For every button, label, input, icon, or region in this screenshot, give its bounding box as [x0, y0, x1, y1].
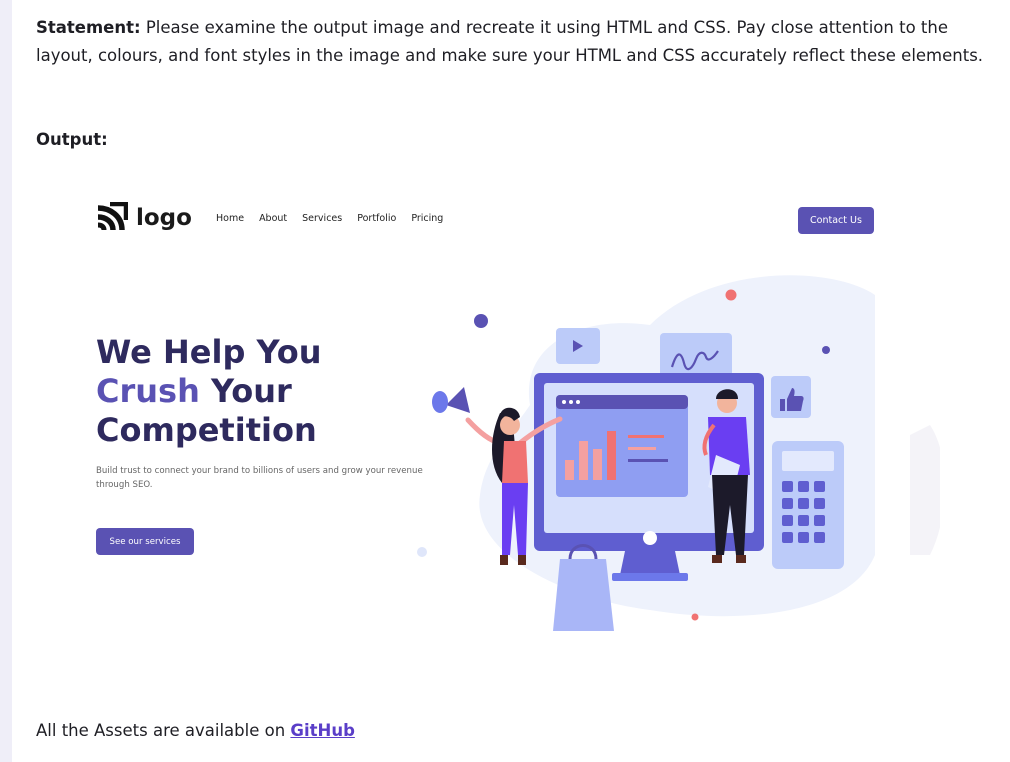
dot-decoration [725, 289, 737, 301]
screen-window [556, 395, 688, 497]
bar [593, 449, 602, 480]
dot-decoration [417, 547, 427, 557]
dot-decoration [691, 613, 699, 621]
bar [579, 441, 588, 480]
contact-us-button[interactable]: Contact Us [798, 207, 874, 234]
statement-paragraph: Statement: Please examine the output ima… [36, 14, 986, 70]
main-nav: Home About Services Portfolio Pricing [216, 213, 458, 224]
left-border-stripe [0, 0, 12, 762]
brand[interactable]: logo [96, 202, 192, 234]
text-line [628, 459, 668, 462]
text-line [628, 435, 664, 438]
monitor-base [612, 573, 688, 581]
statement-text: Please examine the output image and recr… [36, 18, 984, 65]
nav-link-pricing[interactable]: Pricing [411, 213, 443, 224]
hero-illustration [417, 275, 940, 631]
nav-link-services[interactable]: Services [302, 213, 342, 224]
hero-title-accent: Crush [96, 372, 200, 410]
output-preview: logo Home About Services Portfolio Prici… [80, 175, 940, 685]
bar [607, 431, 616, 480]
output-label: Output: [36, 130, 108, 149]
hero-subtitle: Build trust to connect your brand to bil… [96, 466, 423, 490]
text-line [628, 447, 656, 450]
faint-shape [910, 425, 940, 555]
hero-title-line3: Competition [96, 411, 317, 449]
logo-text: logo [136, 205, 192, 231]
statement-label: Statement: [36, 18, 141, 37]
monitor-stand [620, 551, 680, 575]
screen-window-bar [556, 395, 688, 409]
dot-decoration [474, 314, 488, 328]
github-link[interactable]: GitHub [290, 721, 354, 740]
see-services-button[interactable]: See our services [96, 528, 194, 555]
nav-link-about[interactable]: About [259, 213, 287, 224]
hero-title-line2: Your [199, 372, 292, 410]
dot-decoration [822, 346, 830, 354]
assets-note-text: All the Assets are available on [36, 721, 291, 740]
bar [565, 460, 574, 480]
assets-note: All the Assets are available on GitHub [36, 717, 355, 745]
nav-link-portfolio[interactable]: Portfolio [357, 213, 396, 224]
shopping-bag [553, 559, 614, 631]
monitor-power [643, 531, 657, 545]
nav-link-home[interactable]: Home [216, 213, 244, 224]
logo-icon [97, 202, 128, 231]
hero-title-line1: We Help You [96, 333, 322, 371]
hero-title: We Help You Crush Your Competition [96, 333, 322, 450]
